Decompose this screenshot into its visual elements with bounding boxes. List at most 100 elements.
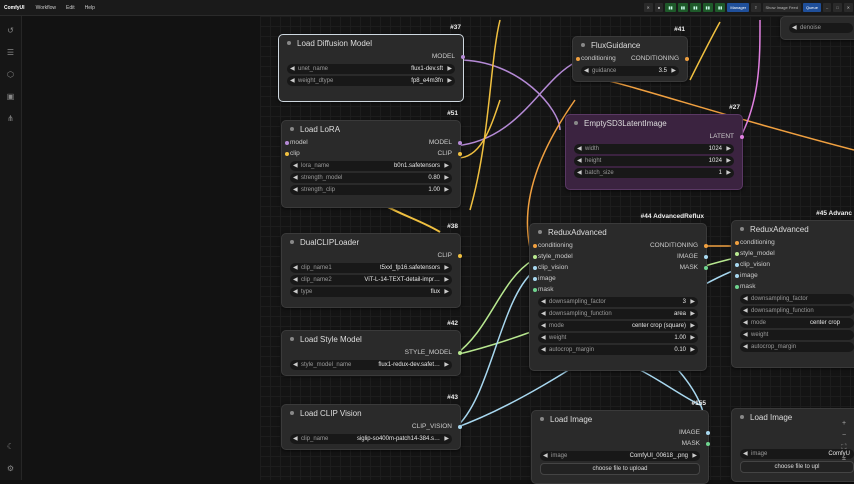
share-icon[interactable]: ⇪ (751, 3, 761, 12)
widget-mode[interactable]: ◀ mode center crop (740, 318, 854, 328)
tool-stop-icon[interactable]: ■ (654, 3, 664, 12)
widget-image[interactable]: ◀ image ComfyU (740, 449, 854, 459)
input-clip-vision[interactable]: clip_vision (740, 261, 770, 268)
output-conditioning[interactable]: CONDITIONING (650, 242, 698, 249)
output-mask[interactable]: MASK (680, 264, 698, 271)
menu-edit[interactable]: Edit (61, 5, 80, 11)
widget-type[interactable]: ◀ type flux ▶ (290, 287, 452, 297)
input-mask[interactable]: mask (538, 286, 554, 293)
node-ksampler-fragment[interactable]: ◀ denoise (780, 16, 854, 40)
input-clip[interactable]: clip (290, 150, 300, 157)
widget-clip-name2[interactable]: ◀ clip_name2 ViT-L-14-TEXT-detail-impr… ▶ (290, 275, 452, 285)
widget-weight[interactable]: ◀ weight (740, 330, 854, 340)
widget-style-model-name[interactable]: ◀ style_model_name flux1-redux-dev.safet… ▶ (290, 360, 452, 370)
manager-button[interactable]: Manager (727, 3, 750, 12)
widget-clip-name1[interactable]: ◀ clip_name1 t5xxl_fp16.safetensors ▶ (290, 263, 452, 273)
input-style-model[interactable]: style_model (538, 253, 573, 260)
input-style-model[interactable]: style_model (740, 250, 775, 257)
widget-strength-model[interactable]: ◀ strength_model 0.80 ▶ (290, 173, 452, 183)
node-title: Load Diffusion Model (297, 38, 373, 48)
node-id: #41 (674, 26, 685, 33)
tool-x-icon[interactable]: ✕ (643, 3, 653, 12)
toggle-link-icon[interactable]: ⌗ (840, 456, 848, 464)
input-conditioning[interactable]: conditioning (538, 242, 573, 249)
input-image[interactable]: image (740, 272, 758, 279)
output-latent[interactable]: LATENT (710, 133, 734, 140)
widget-guidance[interactable]: ◀ guidance 3.5 ▶ (581, 66, 679, 76)
ram-monitor: ▮▮ (677, 3, 689, 12)
input-image[interactable]: image (538, 275, 556, 282)
model-library-icon[interactable]: ⬡ (6, 70, 15, 79)
widget-lora-name[interactable]: ◀ lora_name b0n1.safetensors ▶ (290, 161, 452, 171)
node-id: #38 (447, 223, 458, 230)
widget-batch-size[interactable]: ◀ batch_size 1 ▶ (574, 168, 734, 178)
settings-icon[interactable]: ⚙ (6, 464, 15, 473)
node-redux-advanced-45[interactable]: #45 Advanc ReduxAdvanced conditioning st… (731, 210, 854, 368)
widget-strength-clip[interactable]: ◀ strength_clip 1.00 ▶ (290, 185, 452, 195)
widget-downsampling-function[interactable]: ◀ downsampling_function area ▶ (538, 309, 698, 319)
upload-button[interactable]: choose file to upload (540, 463, 700, 475)
node-load-image-155[interactable]: #155 Load Image IMAGE MASK ◀ image ComfyUI… (531, 400, 710, 484)
queue-button[interactable]: Queue (802, 3, 821, 12)
widget-image[interactable]: ◀ image ComfyUI_00618_.png ▶ (540, 451, 700, 461)
node-library-icon[interactable]: ⋔ (6, 114, 15, 123)
node-load-style-model[interactable]: #42 Load Style Model STYLE_MODEL ◀ style_… (281, 320, 462, 376)
output-clip[interactable]: CLIP (438, 252, 452, 259)
close-icon[interactable]: ✕ (843, 3, 853, 12)
node-load-clip-vision[interactable]: #43 Load CLIP Vision CLIP_VISION ◀ clip_n… (281, 394, 462, 450)
menu-workflow[interactable]: Workflow (31, 5, 61, 11)
history-icon[interactable]: ↺ (6, 26, 15, 35)
node-load-diffusion-model[interactable]: #37 Load Diffusion Model MODEL ◀ unet_nam… (278, 24, 465, 102)
widget-height[interactable]: ◀ height 1024 ▶ (574, 156, 734, 166)
widget-clip-name[interactable]: ◀ clip_name siglip-so400m-patch14-384.s… ▶ (290, 434, 452, 444)
minimize-icon[interactable]: – (822, 3, 832, 12)
upload-button[interactable]: choose file to upl (740, 461, 854, 473)
input-mask[interactable]: mask (740, 283, 756, 290)
input-conditioning[interactable]: conditioning (740, 239, 775, 246)
node-redux-advanced-44[interactable]: #44 AdvancedReflux ReduxAdvanced conditi… (529, 213, 708, 371)
vram-monitor: ▮▮ (702, 3, 713, 12)
input-clip-vision[interactable]: clip_vision (538, 264, 568, 271)
queue-icon[interactable]: ☰ (6, 48, 15, 57)
widget-mode[interactable]: ◀ mode center crop (square) ▶ (538, 321, 698, 331)
feed-button[interactable]: Show Image Feed (762, 3, 801, 12)
widget-weight-dtype[interactable]: ◀ weight_dtype fp8_e4m3fn ▶ (287, 76, 455, 86)
input-model[interactable]: model (290, 139, 308, 146)
fit-view-icon[interactable]: ⛶ (840, 444, 848, 452)
menu-help[interactable]: Help (80, 5, 100, 11)
output-clip-vision[interactable]: CLIP_VISION (412, 423, 452, 430)
theme-icon[interactable]: ☾ (6, 442, 15, 451)
widget-downsampling-factor[interactable]: ◀ downsampling_factor (740, 294, 854, 304)
output-image[interactable]: IMAGE (679, 429, 700, 436)
zoom-in-icon[interactable]: + (840, 420, 848, 428)
widget-downsampling-factor[interactable]: ◀ downsampling_factor 3 ▶ (538, 297, 698, 307)
output-mask[interactable]: MASK (682, 440, 700, 447)
cpu-monitor: ▮▮ (665, 3, 676, 12)
node-flux-guidance[interactable]: #41 FluxGuidance conditioning CONDITIONIN… (572, 26, 689, 82)
widget-downsampling-function[interactable]: ◀ downsampling_function (740, 306, 854, 316)
output-image[interactable]: IMAGE (677, 253, 698, 260)
left-sidebar: ↺ ☰ ⬡ ▣ ⋔ ☾ ⚙ (0, 16, 22, 480)
widget-autocrop-margin[interactable]: ◀ autocrop_margin (740, 342, 854, 352)
widget-weight[interactable]: ◀ weight 1.00 ▶ (538, 333, 698, 343)
output-style-model[interactable]: STYLE_MODEL (405, 349, 452, 356)
widget-autocrop-margin[interactable]: ◀ autocrop_margin 0.10 ▶ (538, 345, 698, 355)
maximize-icon[interactable]: □ (833, 3, 842, 12)
widget-unet-name[interactable]: ◀ unet_name flux1-dev.sft ▶ (287, 64, 455, 74)
node-id: #27 (729, 104, 740, 111)
widget-denoise[interactable]: ◀ denoise (789, 23, 853, 33)
gpu-monitor: ▮▮ (690, 3, 701, 12)
zoom-out-icon[interactable]: − (840, 432, 848, 440)
node-empty-sd3-latent-image[interactable]: #27 EmptySD3LatentImage LATENT ◀ width 102… (565, 104, 744, 190)
node-load-lora[interactable]: #51 Load LoRA model MODEL clip CLIP ◀ lora_… (281, 110, 462, 208)
node-id: #37 (450, 24, 461, 31)
output-model[interactable]: MODEL (432, 53, 455, 60)
node-dual-clip-loader[interactable]: #38 DualCLIPLoader CLIP ◀ clip_name1 t5xxl… (281, 223, 462, 308)
output-model[interactable]: MODEL (429, 139, 452, 146)
widget-width[interactable]: ◀ width 1024 ▶ (574, 144, 734, 154)
output-clip[interactable]: CLIP (438, 150, 452, 157)
images-icon[interactable]: ▣ (6, 92, 15, 101)
output-conditioning[interactable]: CONDITIONING (631, 55, 679, 62)
input-conditioning[interactable]: conditioning (581, 55, 616, 62)
node-load-image-2[interactable]: Load Image ◀ image ComfyU choose file to u… (731, 408, 854, 482)
